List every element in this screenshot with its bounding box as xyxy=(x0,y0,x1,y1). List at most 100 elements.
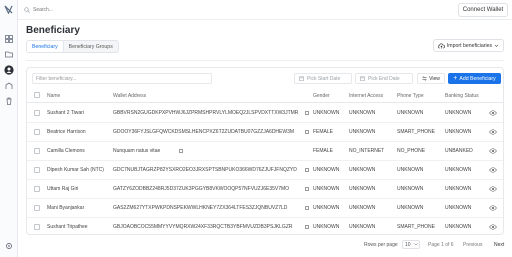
copy-icon[interactable] xyxy=(305,187,309,191)
tab-beneficiary[interactable]: Beneficiary xyxy=(27,41,64,52)
table-row[interactable]: Sushant Tripathee GBJOAOBCOC55MMYYVYMQRX… xyxy=(27,218,503,237)
table-header: Name Wallet Address Gender Internet Acce… xyxy=(27,88,503,103)
header-gender[interactable]: Gender xyxy=(313,93,330,99)
sliders-icon xyxy=(422,76,427,81)
dashboard-icon[interactable] xyxy=(3,33,14,44)
row-checkbox[interactable] xyxy=(34,129,40,135)
logo-icon[interactable] xyxy=(3,4,14,15)
gender-value: UNKNOWN xyxy=(313,110,340,116)
beneficiary-table-card: Filter beneficiary... Pick Start Date Pi… xyxy=(26,67,504,235)
users-icon[interactable] xyxy=(3,64,14,75)
row-checkbox[interactable] xyxy=(34,167,40,173)
start-date-picker[interactable]: Pick Start Date xyxy=(294,73,352,84)
wallet-address: GBBVRSN2GUGDKPXPVHWJ6JZPRMSHPRVLYLMOEQ2J… xyxy=(113,110,299,116)
page-title: Beneficiary xyxy=(26,25,80,36)
internet-value: UNKNOWN xyxy=(349,224,376,230)
table-row[interactable]: Sushant 2 Tiwari GBBVRSN2GUGDKPXPVHWJ6JZ… xyxy=(27,104,503,123)
header-phone-type[interactable]: Phone Type xyxy=(397,93,424,99)
calendar-icon xyxy=(299,76,304,81)
end-date-picker[interactable]: Pick End Date xyxy=(355,73,413,84)
import-label: Import beneficiaries xyxy=(446,42,493,49)
row-checkbox[interactable] xyxy=(34,148,40,154)
copy-icon[interactable] xyxy=(305,111,309,115)
tab-beneficiary-groups[interactable]: Beneficiary Groups xyxy=(64,41,118,52)
add-beneficiary-button[interactable]: + Add Beneficiary xyxy=(448,73,501,84)
table-row[interactable]: Beatrice Harrison GDOOY36FYJSLGFQWCKDSMS… xyxy=(27,123,503,142)
internet-value: UNKNOWN xyxy=(349,167,376,173)
phone-value: UNKNOWN xyxy=(397,186,424,192)
tab-group: Beneficiary Beneficiary Groups xyxy=(26,40,119,53)
beneficiary-name: Uttam Raj Giri xyxy=(47,186,79,192)
page-indicator: Page 1 of 6 xyxy=(428,242,454,248)
table-row[interactable]: Dipesh Kumar Sah (NTC) GDC7NUBJTAGRZP82Y… xyxy=(27,161,503,180)
phone-value: UNKNOWN xyxy=(397,205,424,211)
chevron-down-icon xyxy=(494,44,499,47)
banking-value: UNKNOWN xyxy=(445,224,472,230)
wallet-address: Nunquam natus vitae xyxy=(113,148,161,154)
view-options-button[interactable]: View xyxy=(417,73,445,84)
row-checkbox[interactable] xyxy=(34,186,40,192)
trash-icon[interactable] xyxy=(3,95,14,106)
banking-value: UNKNOWN xyxy=(445,186,472,192)
vendors-icon[interactable] xyxy=(3,80,14,91)
previous-page-button[interactable]: Previous xyxy=(463,242,482,248)
beneficiary-name: Sushant 2 Tiwari xyxy=(47,110,84,116)
eye-icon[interactable] xyxy=(489,224,497,230)
plus-icon: + xyxy=(453,75,458,82)
import-beneficiaries-button[interactable]: Import beneficiaries xyxy=(433,39,504,52)
eye-icon[interactable] xyxy=(489,129,497,135)
copy-icon[interactable] xyxy=(179,149,183,153)
eye-icon[interactable] xyxy=(489,148,497,154)
beneficiary-name: Beatrice Harrison xyxy=(47,129,86,135)
gender-value: FEMALE xyxy=(313,148,334,154)
row-checkbox[interactable] xyxy=(34,205,40,211)
end-date-label: Pick End Date xyxy=(368,75,400,82)
header-wallet[interactable]: Wallet Address xyxy=(113,93,146,99)
eye-icon[interactable] xyxy=(489,167,497,173)
wallet-address: GDC7NUBJTAGRZP82YSXRO2EO3JRXSPTSBNPUKO36… xyxy=(113,167,297,173)
internet-value: NO_INTERNET xyxy=(349,148,385,154)
copy-icon[interactable] xyxy=(305,206,309,210)
internet-value: UNKNOWN xyxy=(349,129,376,135)
filter-beneficiary-input[interactable]: Filter beneficiary... xyxy=(32,73,212,84)
wallet-address: GBJOAOBCOC55MMYYVYMQRXW24XF33RQCTB3YBFMV… xyxy=(113,224,293,230)
table-row[interactable]: Mani Byanjankar GAS2ZM627YTXPWKPDNSPEKWW… xyxy=(27,199,503,218)
eye-icon[interactable] xyxy=(489,186,497,192)
phone-value: SMART_PHONE xyxy=(397,129,435,135)
header-banking-status[interactable]: Banking Status xyxy=(445,93,479,99)
row-checkbox[interactable] xyxy=(34,224,40,230)
header-internet-access[interactable]: Internet Access xyxy=(349,93,383,99)
connect-wallet-button[interactable]: Connect Wallet xyxy=(458,3,508,17)
beneficiary-name: Dipesh Kumar Sah (NTC) xyxy=(47,167,104,173)
banking-value: UNKNOWN xyxy=(445,205,472,211)
global-search[interactable] xyxy=(24,4,204,16)
sidebar xyxy=(0,0,18,257)
copy-icon[interactable] xyxy=(305,168,309,172)
search-input[interactable] xyxy=(33,7,193,13)
eye-icon[interactable] xyxy=(489,205,497,211)
rows-per-page-select[interactable]: 10 xyxy=(402,240,420,249)
copy-icon[interactable] xyxy=(305,130,309,134)
folder-icon[interactable] xyxy=(3,48,14,59)
phone-value: NO_PHONE xyxy=(397,148,426,154)
phone-value: SMART_PHONE xyxy=(397,224,435,230)
next-page-button[interactable]: Next xyxy=(494,242,504,248)
wallet-address: GDOOY36FYJSLGFQWCKDSMSLHENCPXZ6T2ZUDATBU… xyxy=(113,129,295,135)
banking-value: UNKNOWN xyxy=(445,167,472,173)
beneficiary-name: Mani Byanjankar xyxy=(47,205,85,211)
select-all-checkbox[interactable] xyxy=(34,92,40,98)
gender-value: UNKNOWN xyxy=(313,186,340,192)
table-row[interactable]: Uttam Raj Giri GATZY6ZODBBZ248RJ5D37ZUK3… xyxy=(27,180,503,199)
beneficiary-name: Camilla Clemons xyxy=(47,148,85,154)
row-checkbox[interactable] xyxy=(34,110,40,116)
view-label: View xyxy=(429,75,440,82)
gender-value: UNKNOWN xyxy=(313,224,340,230)
gender-value: FEMALE xyxy=(313,129,334,135)
header-name[interactable]: Name xyxy=(47,93,60,99)
copy-icon[interactable] xyxy=(305,225,309,229)
table-row[interactable]: Camilla Clemons Nunquam natus vitae FEMA… xyxy=(27,142,503,161)
eye-icon[interactable] xyxy=(489,110,497,116)
banking-value: UNKNOWN xyxy=(445,110,472,116)
cloud-upload-icon xyxy=(437,43,445,48)
start-date-label: Pick Start Date xyxy=(307,75,341,82)
